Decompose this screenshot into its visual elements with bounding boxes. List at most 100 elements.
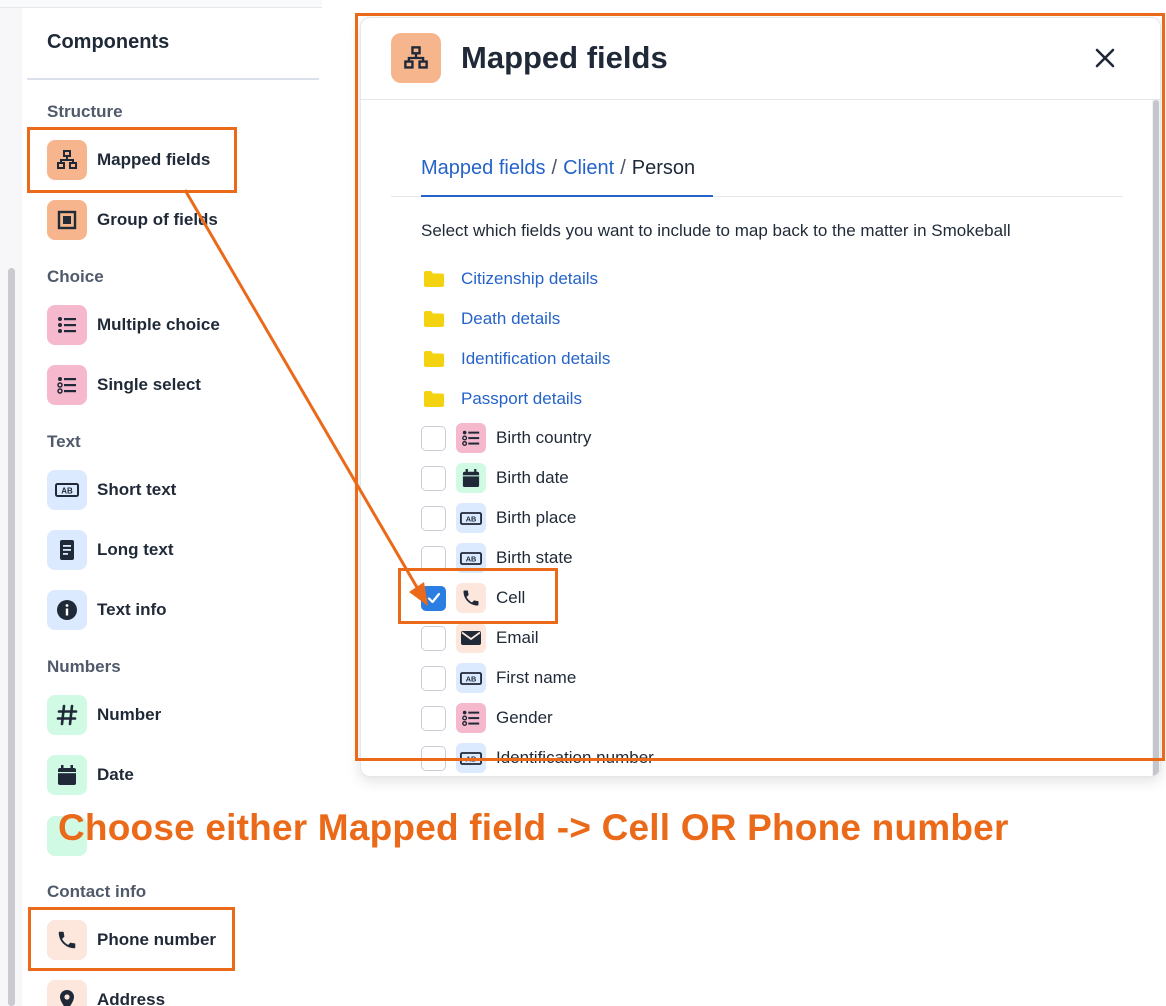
field-row-cell[interactable]: Cell	[421, 583, 525, 613]
field-label: Birth country	[496, 428, 592, 447]
component-number[interactable]: Number	[47, 695, 161, 735]
list-icon	[456, 423, 486, 453]
svg-text:AB: AB	[61, 487, 73, 496]
components-scrollbar-thumb[interactable]	[8, 268, 15, 1006]
folder-citizenship-details[interactable]: Citizenship details	[423, 265, 598, 293]
svg-text:AB: AB	[466, 674, 477, 683]
modal-title: Mapped fields	[461, 40, 668, 75]
component-label: Number	[97, 705, 162, 724]
field-row-birth-place[interactable]: AB Birth place	[421, 503, 576, 533]
screenshot-stage: Components Structure Mapped fields Group…	[0, 0, 1166, 1006]
field-checkbox[interactable]	[421, 745, 446, 771]
component-label: Group of fields	[97, 210, 218, 229]
component-address[interactable]: Address	[47, 980, 165, 1006]
text-field-icon: AB	[47, 470, 87, 510]
component-text-info[interactable]: Text info	[47, 590, 167, 630]
hierarchy-icon	[391, 33, 441, 83]
phone-icon	[47, 920, 87, 960]
folder-label: Passport details	[461, 389, 582, 408]
mapped-fields-modal: Mapped fields Mapped fields / Client / P…	[360, 17, 1161, 777]
text-field-icon: AB	[456, 743, 486, 773]
folder-icon	[424, 271, 444, 287]
field-checkbox[interactable]	[421, 545, 446, 571]
field-row-birth-country[interactable]: Birth country	[421, 423, 591, 453]
list-icon	[456, 703, 486, 733]
component-date[interactable]: Date	[47, 755, 134, 795]
mail-icon	[456, 623, 486, 653]
instruction-text: Select which fields you want to include …	[421, 221, 1011, 240]
calendar-icon	[47, 755, 87, 795]
modal-scrollbar-track[interactable]	[1152, 100, 1160, 776]
field-row-gender[interactable]: Gender	[421, 703, 553, 733]
field-label: Birth place	[496, 508, 577, 527]
component-single-select[interactable]: Single select	[47, 365, 201, 405]
field-row-birth-state[interactable]: AB Birth state	[421, 543, 573, 573]
field-checkbox[interactable]	[421, 465, 446, 491]
component-label: Single select	[97, 375, 201, 394]
component-label: Long text	[97, 540, 174, 559]
field-row-first-name[interactable]: AB First name	[421, 663, 576, 693]
folder-label: Death details	[461, 309, 561, 328]
check-icon	[427, 592, 440, 604]
phone-icon	[456, 583, 486, 613]
hierarchy-icon	[47, 140, 87, 180]
field-checkbox[interactable]	[421, 665, 446, 691]
info-icon	[47, 590, 87, 630]
top-strip	[0, 0, 322, 8]
field-label: First name	[496, 668, 577, 687]
list-icon	[47, 305, 87, 345]
document-icon	[47, 530, 87, 570]
field-label: Email	[496, 628, 539, 647]
components-divider	[27, 78, 319, 80]
field-checkbox[interactable]	[421, 505, 446, 531]
component-label: Address	[97, 990, 166, 1006]
field-row-birth-date[interactable]: Birth date	[421, 463, 569, 493]
annotation-caption: Choose either Mapped field -> Cell OR Ph…	[58, 807, 1009, 848]
component-short-text[interactable]: AB Short text	[47, 470, 176, 510]
field-checkbox[interactable]	[421, 705, 446, 731]
components-title: Components	[47, 31, 170, 53]
modal-scrollbar-thumb[interactable]	[1153, 100, 1159, 776]
location-pin-icon	[47, 980, 87, 1006]
component-multiple-choice[interactable]: Multiple choice	[47, 305, 220, 345]
components-panel: Components Structure Mapped fields Group…	[0, 0, 330, 1006]
folder-passport-details[interactable]: Passport details	[423, 385, 582, 413]
field-label: Birth state	[496, 548, 573, 567]
component-label: Multiple choice	[97, 315, 220, 334]
close-button[interactable]	[1089, 42, 1121, 74]
component-label: Short text	[97, 480, 177, 499]
folder-identification-details[interactable]: Identification details	[423, 345, 610, 373]
field-label: Identification number	[496, 748, 654, 767]
breadcrumb-separator: /	[620, 157, 626, 179]
field-label: Cell	[496, 588, 526, 607]
folder-icon	[424, 311, 444, 327]
component-phone-number[interactable]: Phone number	[47, 920, 216, 960]
close-icon	[1095, 48, 1115, 68]
breadcrumb: Mapped fields / Client / Person	[421, 157, 695, 180]
field-checkbox[interactable]	[421, 425, 446, 451]
field-label: Gender	[496, 708, 553, 727]
field-label: Birth date	[496, 468, 569, 487]
breadcrumb-mapped-fields[interactable]: Mapped fields	[421, 157, 546, 180]
group-icon	[47, 200, 87, 240]
hash-icon	[47, 695, 87, 735]
field-row-email[interactable]: Email	[421, 623, 539, 653]
component-label: Text info	[97, 600, 167, 619]
breadcrumb-client[interactable]: Client	[563, 157, 614, 180]
component-label: Mapped fields	[97, 150, 211, 169]
text-field-icon: AB	[456, 503, 486, 533]
list-icon	[47, 365, 87, 405]
component-mapped-fields[interactable]: Mapped fields	[47, 140, 210, 180]
text-field-icon: AB	[456, 663, 486, 693]
folder-label: Citizenship details	[461, 269, 599, 288]
field-checkbox[interactable]	[421, 625, 446, 651]
section-numbers: Numbers	[47, 657, 121, 676]
field-row-identification-number[interactable]: AB Identification number	[421, 743, 654, 773]
folder-death-details[interactable]: Death details	[423, 305, 560, 333]
component-long-text[interactable]: Long text	[47, 530, 174, 570]
field-checkbox-checked[interactable]	[421, 585, 446, 611]
component-group-of-fields[interactable]: Group of fields	[47, 200, 218, 240]
component-label: Phone number	[97, 930, 217, 949]
section-structure: Structure	[47, 102, 123, 121]
breadcrumb-person: Person	[631, 157, 696, 179]
